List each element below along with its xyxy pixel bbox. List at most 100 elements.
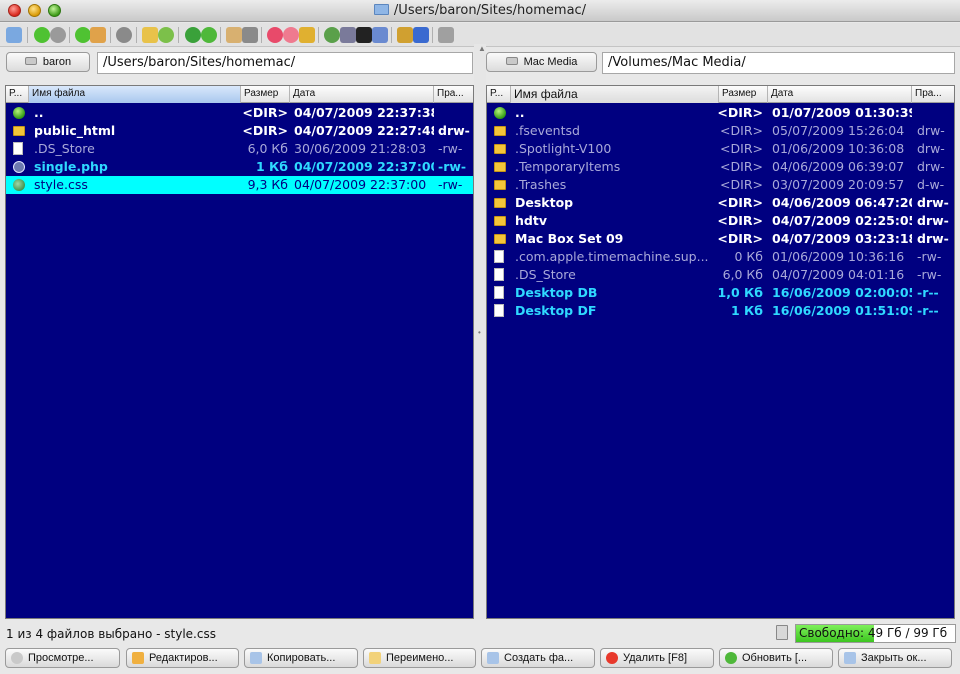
file-row[interactable]: public_html <DIR> 04/07/2009 22:27:48 drw-: [6, 122, 473, 140]
toolbar-separator: [69, 27, 70, 43]
stop-icon[interactable]: [50, 27, 66, 43]
file-size: 1 Кб: [731, 303, 763, 318]
file-permissions: [917, 104, 954, 122]
toolbar-separator: [110, 27, 111, 43]
compare-icon[interactable]: [201, 27, 217, 43]
toolbar-separator: [391, 27, 392, 43]
file-size: 1 Кб: [256, 159, 288, 174]
file-row[interactable]: .. <DIR> 04/07/2009 22:37:38: [6, 104, 473, 122]
info-icon[interactable]: [413, 27, 429, 43]
network-icon[interactable]: [324, 27, 340, 43]
package-icon[interactable]: [226, 27, 242, 43]
file-row[interactable]: Desktop DB 1,0 Кб 16/06/2009 02:00:05 -r--: [487, 284, 954, 302]
key-icon[interactable]: [299, 27, 315, 43]
new-folder-icon: [487, 652, 499, 664]
file-date: 04/07/2009 22:27:48: [294, 123, 434, 138]
function-button-bar: Просмотре... Редактиров... Копировать... Пе…: [0, 647, 960, 671]
left-drive-button[interactable]: baron: [6, 52, 90, 72]
right-drive-label: Mac Media: [523, 56, 578, 68]
file-row[interactable]: hdtv <DIR> 04/07/2009 02:25:05 drw-: [487, 212, 954, 230]
home-icon[interactable]: [90, 27, 106, 43]
copy-button[interactable]: Копировать...: [244, 648, 358, 668]
create-folder-button[interactable]: Создать фа...: [481, 648, 595, 668]
toolbar-separator: [432, 27, 433, 43]
panel-splitter[interactable]: ▲ •: [474, 44, 486, 619]
folder-add-icon[interactable]: [142, 27, 158, 43]
settings-icon[interactable]: [438, 27, 454, 43]
right-file-panel[interactable]: Р... Имя файла Размер Дата Пра... .. <DIR…: [486, 85, 955, 619]
right-path-field[interactable]: /Volumes/Mac Media/: [602, 52, 955, 74]
file-date: 05/07/2009 15:26:04: [772, 123, 905, 138]
column-filename[interactable]: Имя файла: [511, 86, 719, 103]
view-button[interactable]: Просмотре...: [5, 648, 120, 668]
file-name: ..: [515, 105, 525, 120]
mail-icon[interactable]: [372, 27, 388, 43]
right-drive-button[interactable]: Mac Media: [486, 52, 597, 72]
column-filename[interactable]: Имя файла: [29, 86, 241, 103]
heart-icon[interactable]: [283, 27, 299, 43]
rename-icon: [369, 652, 381, 664]
trash-icon[interactable]: [776, 625, 788, 640]
file-date: 04/07/2009 22:37:38: [294, 105, 434, 120]
left-path-field[interactable]: /Users/baron/Sites/homemac/: [97, 52, 473, 74]
file-permissions: -rw-: [917, 267, 942, 282]
refresh-button[interactable]: Обновить [...: [719, 648, 833, 668]
splitter-grip-icon: •: [478, 328, 481, 337]
back-icon[interactable]: [34, 27, 50, 43]
toolbar-separator: [261, 27, 262, 43]
left-column-header: Р... Имя файла Размер Дата Пра...: [6, 86, 473, 103]
new-window-icon[interactable]: [6, 27, 22, 43]
column-permissions[interactable]: Пра...: [434, 86, 473, 103]
tools-icon[interactable]: [397, 27, 413, 43]
file-permissions: drw-: [917, 141, 945, 156]
record-icon[interactable]: [116, 27, 132, 43]
column-rights-short[interactable]: Р...: [6, 86, 29, 103]
file-size: <DIR>: [717, 213, 763, 228]
up-icon[interactable]: [75, 27, 91, 43]
file-size: <DIR>: [720, 123, 763, 138]
column-permissions[interactable]: Пра...: [912, 86, 954, 103]
rename-button[interactable]: Переимено...: [363, 648, 476, 668]
file-row[interactable]: Mac Box Set 09 <DIR> 04/07/2009 03:23:18 dr…: [487, 230, 954, 248]
file-row[interactable]: .DS_Store 6,0 Кб 04/07/2009 04:01:16 -rw-: [487, 266, 954, 284]
file-date: 03/07/2009 20:09:57: [772, 177, 905, 192]
file-name: hdtv: [515, 213, 547, 228]
free-space-bar: Свободно: 49 Гб / 99 Гб: [795, 624, 956, 643]
file-date: 01/07/2009 01:30:39: [772, 105, 912, 120]
column-size[interactable]: Размер: [719, 86, 768, 103]
file-row[interactable]: Desktop DF 1 Кб 16/06/2009 01:51:09 -r--: [487, 302, 954, 320]
file-row[interactable]: .Trashes <DIR> 03/07/2009 20:09:57 d-w-: [487, 176, 954, 194]
file-size: 9,3 Кб: [247, 177, 288, 192]
file-date: 04/07/2009 03:23:18: [772, 231, 912, 246]
column-rights-short[interactable]: Р...: [487, 86, 511, 103]
file-size: 6,0 Кб: [722, 267, 763, 282]
file-row[interactable]: Desktop <DIR> 04/06/2009 06:47:20 drw-: [487, 194, 954, 212]
selection-status: 1 из 4 файлов выбрано - style.css: [6, 627, 216, 641]
column-size[interactable]: Размер: [241, 86, 290, 103]
file-date: 04/06/2009 06:39:07: [772, 159, 905, 174]
file-row[interactable]: .TemporaryItems <DIR> 04/06/2009 06:39:07 d…: [487, 158, 954, 176]
sync-icon[interactable]: [185, 27, 201, 43]
column-date[interactable]: Дата: [290, 86, 434, 103]
file-permissions: drw-: [917, 195, 949, 210]
file-permissions: -rw-: [438, 159, 467, 174]
file-row[interactable]: .fseventsd <DIR> 05/07/2009 15:26:04 drw-: [487, 122, 954, 140]
edit-button[interactable]: Редактиров...: [126, 648, 239, 668]
button-label: Удалить [F8]: [623, 652, 688, 664]
terminal-icon[interactable]: [356, 27, 372, 43]
file-row[interactable]: single.php 1 Кб 04/07/2009 22:37:00 -rw-: [6, 158, 473, 176]
left-file-panel[interactable]: Р... Имя файла Размер Дата Пра... .. <DIR…: [5, 85, 474, 619]
file-row[interactable]: .DS_Store 6,0 Кб 30/06/2009 21:28:03 -rw-: [6, 140, 473, 158]
file-row[interactable]: style.css 9,3 Кб 04/07/2009 22:37:00 -rw-: [6, 176, 473, 194]
folder-sync-icon[interactable]: [158, 27, 174, 43]
file-row[interactable]: .com.apple.timemachine.sup... 0 Кб 01/06/2…: [487, 248, 954, 266]
file-row[interactable]: .. <DIR> 01/07/2009 01:30:39: [487, 104, 954, 122]
file-permissions: -r--: [917, 285, 939, 300]
file-row[interactable]: .Spotlight-V100 <DIR> 01/06/2009 10:36:08 d…: [487, 140, 954, 158]
close-button[interactable]: Закрыть ок...: [838, 648, 952, 668]
disk-icon[interactable]: [242, 27, 258, 43]
favorites-icon[interactable]: [267, 27, 283, 43]
connect-icon[interactable]: [340, 27, 356, 43]
column-date[interactable]: Дата: [768, 86, 912, 103]
delete-button[interactable]: Удалить [F8]: [600, 648, 714, 668]
